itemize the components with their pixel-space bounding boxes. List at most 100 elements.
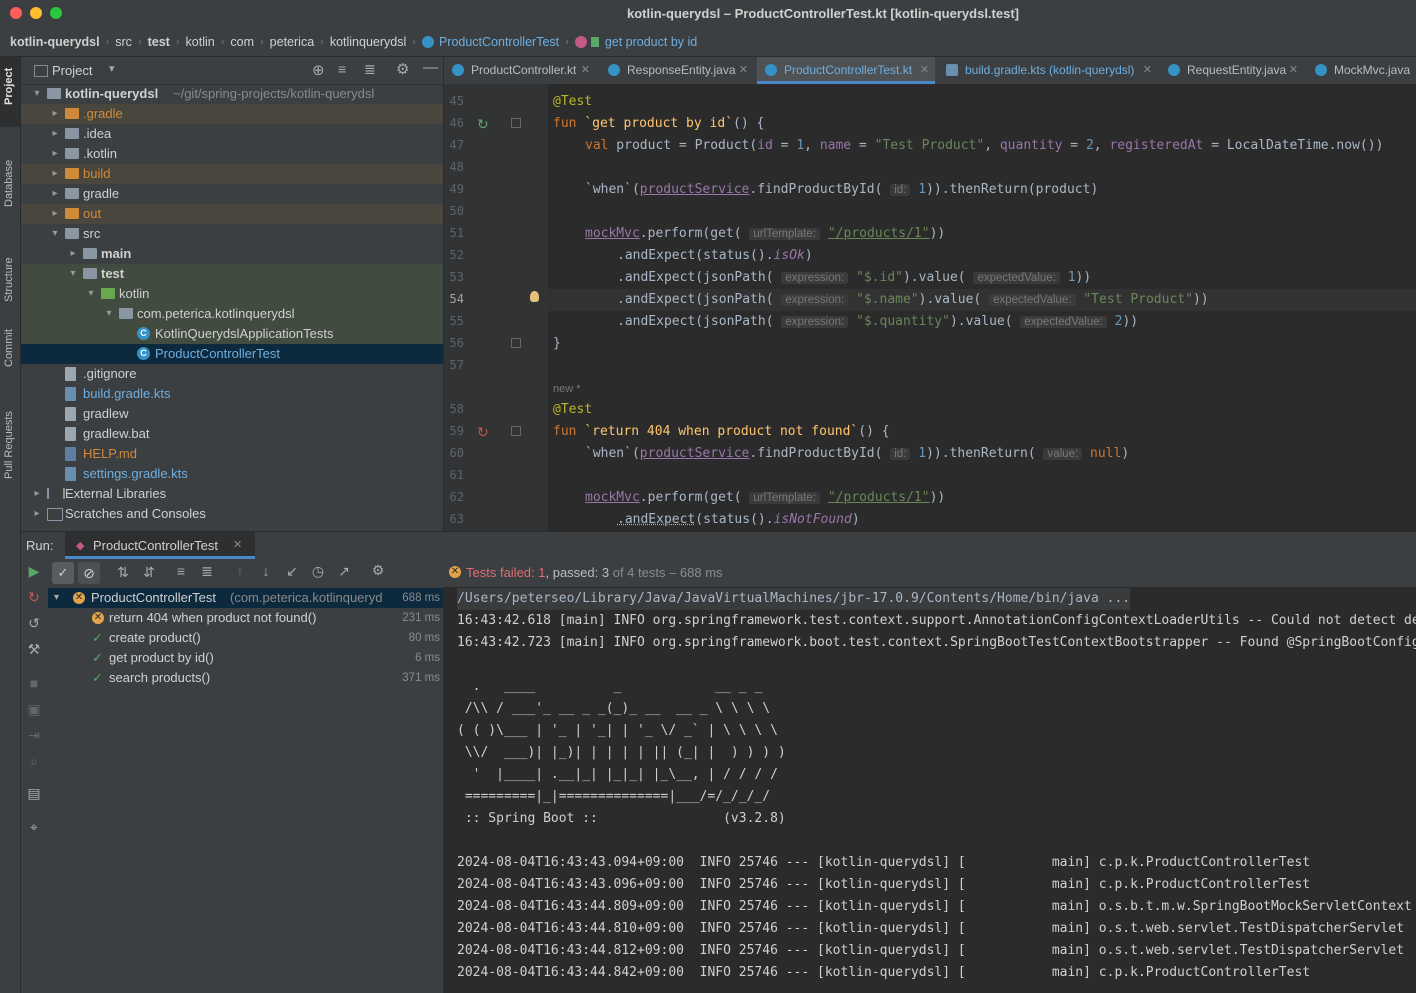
project-tree-item[interactable]: ▸ out (21, 204, 443, 224)
chevron-right-icon[interactable]: ▸ (67, 244, 79, 264)
fold-icon[interactable] (511, 338, 521, 348)
layout-icon[interactable]: ▤ (24, 785, 44, 802)
project-tree-item[interactable]: C KotlinQuerydslApplicationTests (21, 324, 443, 344)
code-editor[interactable]: @Test fun `get product by id`() { val pr… (548, 84, 1416, 531)
arrow-up-icon[interactable]: ↑ (230, 563, 250, 579)
close-icon[interactable]: ✕ (920, 57, 929, 84)
tab-mockmvc[interactable]: MockMvc.java (1307, 57, 1416, 84)
close-icon[interactable]: ✕ (739, 57, 748, 84)
tool-tab-structure[interactable]: Structure (0, 222, 20, 302)
project-tree-item[interactable]: ▾ com.peterica.kotlinquerydsl (21, 304, 443, 324)
collapse-all-icon[interactable]: ≣ (197, 563, 217, 580)
fold-icon[interactable] (511, 118, 521, 128)
tab-build-gradle[interactable]: build.gradle.kts (kotlin-querydsl) ✕ (938, 57, 1158, 84)
test-root-row[interactable]: ▾ ✕ ProductControllerTest (com.peterica.… (48, 588, 443, 608)
tab-request-entity[interactable]: RequestEntity.java ✕ (1160, 57, 1304, 84)
tool-tab-pull-requests[interactable]: Pull Requests (0, 387, 20, 487)
project-tree-item[interactable]: gradlew.bat (21, 424, 443, 444)
project-tree-item[interactable]: C ProductControllerTest (21, 344, 443, 364)
breadcrumb-item[interactable]: com (230, 35, 254, 49)
import-icon[interactable]: ⇥ (24, 727, 44, 744)
tab-product-controller-test[interactable]: ProductControllerTest.kt ✕ (757, 57, 935, 84)
locate-icon[interactable]: ⊕ (312, 61, 325, 79)
project-view-title[interactable]: Project (52, 63, 92, 78)
tool-tab-database[interactable]: Database (0, 137, 20, 217)
project-tree-item[interactable]: settings.gradle.kts (21, 464, 443, 484)
breadcrumb-item[interactable]: kotlinquerydsl (330, 35, 406, 49)
chevron-right-icon[interactable]: ▸ (31, 504, 43, 524)
breadcrumb-item[interactable]: src (115, 35, 132, 49)
pin-icon[interactable]: ⌖ (24, 819, 44, 836)
tool-tab-commit[interactable]: Commit (0, 307, 20, 367)
project-tree-item[interactable]: ▸ External Libraries (21, 484, 443, 504)
chevron-down-icon[interactable]: ▾ (85, 284, 97, 304)
project-tree-item[interactable]: ▸ gradle (21, 184, 443, 204)
import-tests-icon[interactable]: ↙ (282, 563, 302, 580)
chevron-right-icon[interactable]: ▸ (49, 104, 61, 124)
chevron-right-icon[interactable]: ▸ (49, 144, 61, 164)
project-tree-item[interactable]: ▸ Scratches and Consoles (21, 504, 443, 524)
project-tree-item[interactable]: gradlew (21, 404, 443, 424)
chevron-right-icon[interactable]: ▸ (31, 484, 43, 504)
lightbulb-icon[interactable] (530, 291, 539, 302)
close-icon[interactable]: ✕ (1289, 57, 1298, 84)
camera-icon[interactable]: ▣ (24, 701, 44, 718)
arrow-down-icon[interactable]: ↓ (256, 563, 276, 579)
history-icon[interactable]: ◷ (308, 563, 328, 580)
run-test-failed-icon[interactable]: ↻ (477, 424, 489, 441)
console-output[interactable]: /Users/peterseo/Library/Java/JavaVirtual… (447, 587, 1416, 993)
collapse-all-icon[interactable]: ≣ (364, 61, 376, 78)
breadcrumb-item[interactable]: get product by id (605, 35, 697, 49)
project-tree-item[interactable]: ▸ main (21, 244, 443, 264)
chevron-right-icon[interactable]: ▸ (49, 164, 61, 184)
test-row[interactable]: ✓ search products() 371 ms (48, 668, 443, 688)
run-test-icon[interactable]: ↻ (477, 116, 489, 133)
project-tree-item[interactable]: ▸ .kotlin (21, 144, 443, 164)
breadcrumb-item[interactable]: kotlin-querydsl (10, 35, 100, 49)
chevron-right-icon[interactable]: ▸ (49, 124, 61, 144)
sort-duration-icon[interactable]: ⇵ (139, 564, 159, 581)
project-tree-item[interactable]: ▾ kotlin (21, 284, 443, 304)
project-tree-item[interactable]: ▾ kotlin-querydsl ~/git/spring-projects/ko… (21, 84, 443, 104)
expand-all-icon[interactable]: ≡ (338, 61, 346, 77)
test-row[interactable]: ✕ return 404 when product not found() 23… (48, 608, 443, 628)
project-tree-item[interactable]: ▸ .gradle (21, 104, 443, 124)
close-icon[interactable]: ✕ (581, 57, 590, 84)
project-tree-item[interactable]: ▸ build (21, 164, 443, 184)
test-row[interactable]: ✓ get product by id() 6 ms (48, 648, 443, 668)
breadcrumb-item[interactable]: peterica (270, 35, 314, 49)
chevron-down-icon[interactable]: ▾ (54, 588, 59, 608)
project-tree-item[interactable]: HELP.md (21, 444, 443, 464)
tab-response-entity[interactable]: ResponseEntity.java ✕ (600, 57, 754, 84)
breadcrumb-item[interactable]: test (148, 35, 170, 49)
gear-icon[interactable]: ⚙ (368, 562, 388, 579)
sort-alpha-icon[interactable]: ⇅ (113, 564, 133, 581)
close-icon[interactable]: ✕ (1143, 57, 1152, 84)
breadcrumb-item[interactable]: kotlin (186, 35, 215, 49)
run-tab[interactable]: ◆ ProductControllerTest ✕ (65, 532, 255, 559)
chevron-down-icon[interactable]: ▾ (109, 62, 115, 75)
project-tree-item[interactable]: .gitignore (21, 364, 443, 384)
chevron-down-icon[interactable]: ▾ (49, 224, 61, 244)
gear-icon[interactable]: ⚙ (396, 60, 409, 78)
toggle-auto-test-icon[interactable]: ↺ (24, 615, 44, 632)
chevron-down-icon[interactable]: ▾ (67, 264, 79, 284)
chevron-down-icon[interactable]: ▾ (103, 304, 115, 324)
export-icon[interactable]: ↗ (334, 563, 354, 580)
search-icon[interactable]: ⌕ (24, 753, 44, 770)
project-tree-item[interactable]: build.gradle.kts (21, 384, 443, 404)
wrench-icon[interactable]: ⚒ (24, 641, 44, 658)
project-tree-item[interactable]: ▾ src (21, 224, 443, 244)
chevron-right-icon[interactable]: ▸ (49, 204, 61, 224)
project-tree-item[interactable]: ▾ test (21, 264, 443, 284)
stop-icon[interactable]: ■ (24, 675, 44, 691)
tool-tab-project[interactable]: Project (0, 57, 20, 127)
show-passed-toggle[interactable]: ✓ (52, 562, 74, 584)
close-icon[interactable]: ✕ (233, 538, 242, 551)
hide-panel-icon[interactable]: — (423, 59, 438, 76)
fold-icon[interactable] (511, 426, 521, 436)
play-icon[interactable]: ▶ (24, 563, 44, 580)
rerun-failed-icon[interactable]: ↻ (24, 589, 44, 606)
expand-all-icon[interactable]: ≡ (171, 563, 191, 579)
test-row[interactable]: ✓ create product() 80 ms (48, 628, 443, 648)
